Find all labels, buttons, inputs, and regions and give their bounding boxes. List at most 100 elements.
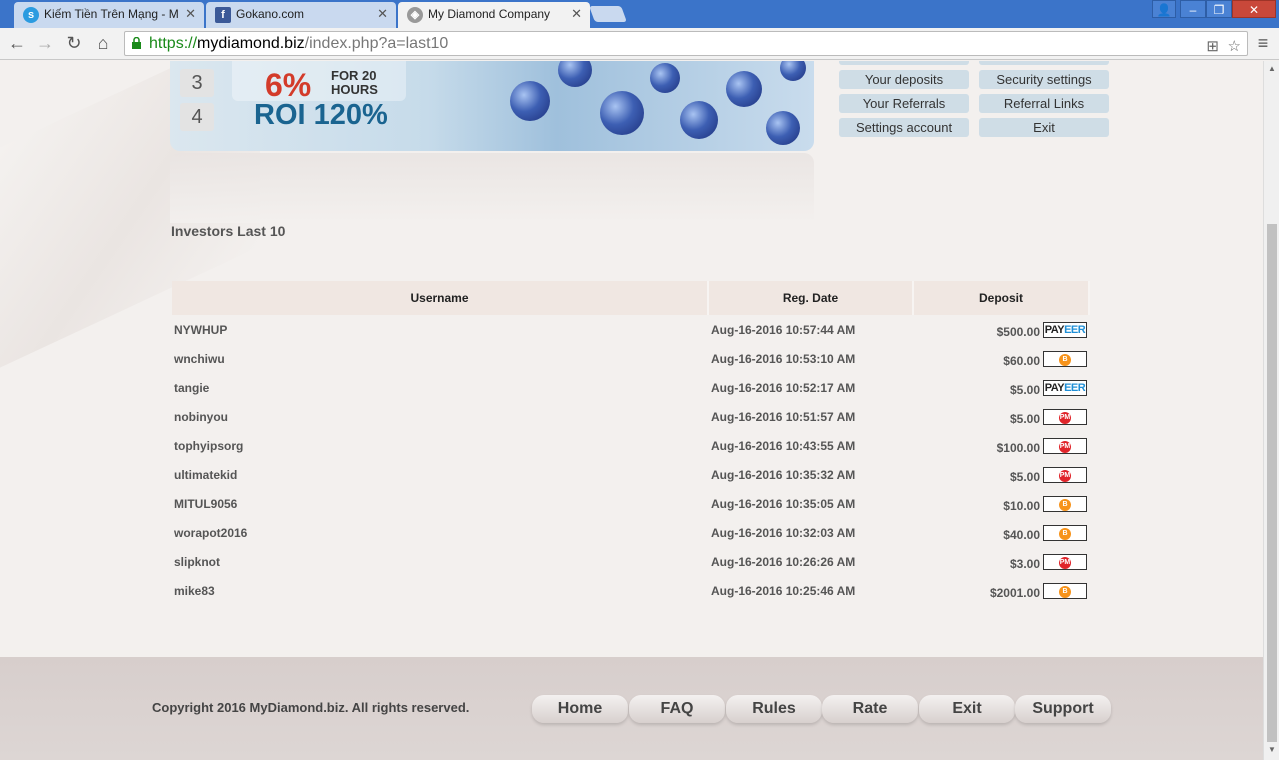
table-row: slipknot Aug-16-2016 10:26:26 AM $3.00 PM [172, 547, 1089, 576]
table-row: wnchiwu Aug-16-2016 10:53:10 AM $60.00 B [172, 344, 1089, 373]
reg-date-cell: Aug-16-2016 10:35:32 AM [711, 467, 856, 482]
close-window-icon[interactable]: ✕ [1232, 0, 1276, 18]
your-deposits-button[interactable]: Your deposits [839, 70, 969, 89]
close-icon[interactable]: ✕ [377, 6, 388, 22]
perfect-money-icon: PM [1043, 466, 1087, 483]
payeer-icon: PAYEER [1043, 379, 1087, 396]
tab-gokano[interactable]: f Gokano.com ✕ [206, 2, 396, 28]
translate-icon[interactable]: ⊞ [1206, 35, 1219, 58]
tab-title: Gokano.com [236, 7, 305, 21]
reg-date-cell: Aug-16-2016 10:53:10 AM [711, 351, 856, 366]
menu-icon[interactable]: ≡ [1252, 32, 1274, 54]
exit-button[interactable]: Exit [979, 118, 1109, 137]
username-cell: slipknot [174, 554, 221, 569]
deposit-amount: $5.00 [1009, 382, 1040, 397]
browser-toolbar: ← → ↻ ⌂ https://mydiamond.biz/index.php?… [0, 28, 1279, 60]
restore-icon[interactable]: ❐ [1206, 0, 1232, 18]
forward-icon[interactable]: → [34, 32, 56, 54]
security-settings-button[interactable]: Security settings [979, 70, 1109, 89]
menu-button-partial[interactable] [979, 61, 1109, 65]
your-referrals-button[interactable]: Your Referrals [839, 94, 969, 113]
close-icon[interactable]: ✕ [571, 6, 582, 22]
username-cell: ultimatekid [174, 467, 238, 482]
reg-date-cell: Aug-16-2016 10:32:03 AM [711, 525, 856, 540]
tab-kiem-tien[interactable]: s Kiếm Tiền Trên Mạng - M ✕ [14, 2, 204, 28]
reg-date-cell: Aug-16-2016 10:35:05 AM [711, 496, 856, 511]
column-header-username: Username [172, 281, 709, 315]
minimize-icon[interactable]: – [1180, 0, 1206, 18]
vertical-scrollbar[interactable]: ▲ ▼ [1263, 61, 1279, 760]
star-icon[interactable]: ☆ [1228, 35, 1241, 58]
user-icon[interactable]: 👤 [1152, 0, 1176, 18]
deposit-cell: $60.00 B [913, 344, 1089, 373]
perfect-money-icon: PM [1043, 553, 1087, 570]
payeer-icon: PAYEER [1043, 321, 1087, 338]
home-icon[interactable]: ⌂ [92, 32, 114, 54]
table-row: NYWHUP Aug-16-2016 10:57:44 AM $500.00 PAYE… [172, 315, 1089, 344]
settings-account-button[interactable]: Settings account [839, 118, 969, 137]
username-cell: tangie [174, 380, 210, 395]
bitcoin-icon: B [1043, 495, 1087, 512]
deposit-cell: $2001.00 B [913, 576, 1089, 605]
url-host: mydiamond.biz [197, 35, 305, 52]
diamond-graphic [780, 61, 806, 81]
tab-title: My Diamond Company [428, 7, 551, 21]
lock-icon [132, 37, 141, 49]
column-header-reg-date: Reg. Date [708, 281, 914, 315]
footer-home-button[interactable]: Home [532, 695, 628, 723]
bitcoin-icon: B [1043, 350, 1087, 367]
investors-table: Username Reg. Date Deposit NYWHUP Aug-16-… [172, 281, 1090, 605]
back-icon[interactable]: ← [6, 32, 28, 54]
username-cell: NYWHUP [174, 322, 228, 337]
reg-date-cell: Aug-16-2016 10:26:26 AM [711, 554, 856, 569]
url-path: /index.php?a=last10 [304, 35, 449, 52]
promo-box [232, 61, 406, 101]
promo-banner: 3 4 6% FOR 20 HOURS ROI 120% [170, 61, 814, 151]
deposit-cell: $5.00 PM [913, 402, 1089, 431]
column-header-deposit: Deposit [913, 281, 1090, 315]
tab-my-diamond[interactable]: ◈ My Diamond Company ✕ [398, 2, 590, 28]
scroll-up-icon[interactable]: ▲ [1267, 64, 1277, 74]
footer-rate-button[interactable]: Rate [822, 695, 918, 723]
address-bar[interactable]: https://mydiamond.biz/index.php?a=last10… [124, 31, 1248, 56]
deposit-cell: $10.00 B [913, 489, 1089, 518]
username-cell: mike83 [174, 583, 215, 598]
menu-button-partial[interactable] [839, 61, 969, 65]
promo-roi: ROI 120% [254, 99, 388, 131]
table-row: tophyipsorg Aug-16-2016 10:43:55 AM $100.0… [172, 431, 1089, 460]
step-number: 3 [180, 69, 214, 97]
footer-faq-button[interactable]: FAQ [629, 695, 725, 723]
new-tab-button[interactable] [589, 6, 627, 22]
footer-rules-button[interactable]: Rules [726, 695, 822, 723]
deposit-cell: $5.00 PAYEER [913, 373, 1089, 402]
footer-exit-button[interactable]: Exit [919, 695, 1015, 723]
scroll-down-icon[interactable]: ▼ [1267, 745, 1277, 755]
referral-links-button[interactable]: Referral Links [979, 94, 1109, 113]
table-header: Username Reg. Date Deposit [172, 281, 1090, 315]
reg-date-cell: Aug-16-2016 10:25:46 AM [711, 583, 856, 598]
banner-reflection [170, 153, 814, 223]
close-icon[interactable]: ✕ [185, 6, 196, 22]
username-cell: MITUL9056 [174, 496, 238, 511]
promo-hours: FOR 20 HOURS [331, 68, 378, 97]
table-row: mike83 Aug-16-2016 10:25:46 AM $2001.00 B [172, 576, 1089, 605]
deposit-cell: $500.00 PAYEER [913, 315, 1089, 344]
footer-support-button[interactable]: Support [1015, 695, 1111, 723]
username-cell: tophyipsorg [174, 438, 244, 453]
step-number: 4 [180, 103, 214, 131]
scrollbar-thumb[interactable] [1267, 224, 1277, 742]
bitcoin-icon: B [1043, 524, 1087, 541]
deposit-cell: $40.00 B [913, 518, 1089, 547]
facebook-icon: f [215, 7, 231, 23]
tab-title: Kiếm Tiền Trên Mạng - M [44, 7, 179, 21]
username-cell: wnchiwu [174, 351, 225, 366]
table-row: MITUL9056 Aug-16-2016 10:35:05 AM $10.00 B [172, 489, 1089, 518]
deposit-amount: $100.00 [996, 440, 1040, 455]
table-row: nobinyou Aug-16-2016 10:51:57 AM $5.00 PM [172, 402, 1089, 431]
reload-icon[interactable]: ↻ [63, 32, 85, 54]
deposit-cell: $100.00 PM [913, 431, 1089, 460]
diamond-graphic [510, 81, 550, 121]
diamond-graphic [600, 91, 644, 135]
deposit-cell: $5.00 PM [913, 460, 1089, 489]
reg-date-cell: Aug-16-2016 10:51:57 AM [711, 409, 856, 424]
